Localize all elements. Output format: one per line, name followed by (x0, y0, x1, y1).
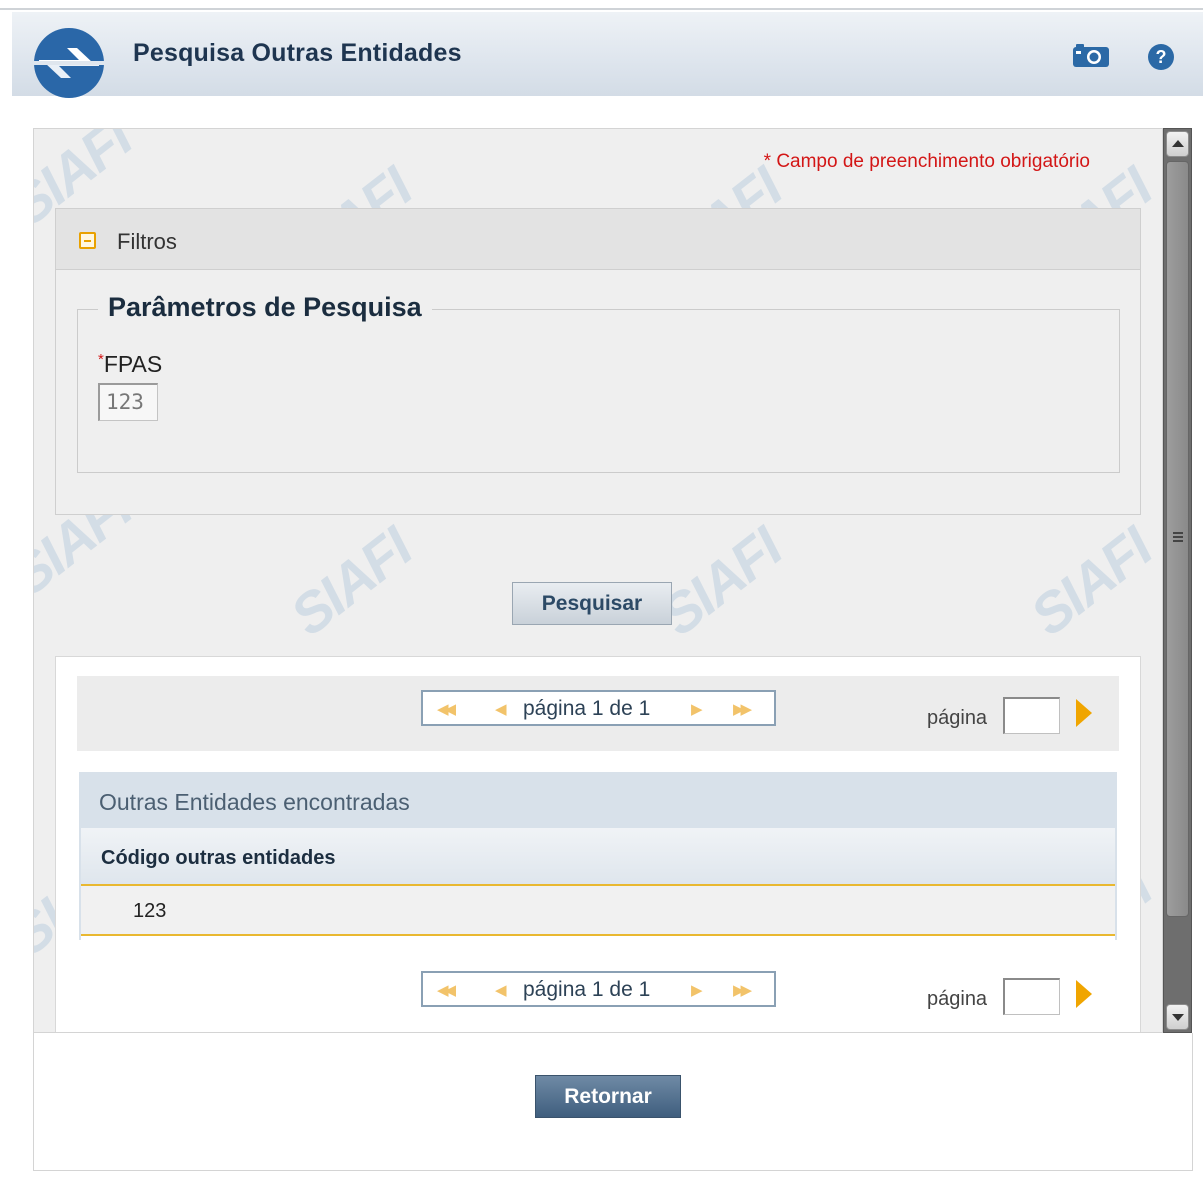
results-table: Código outras entidades 123 (79, 828, 1117, 940)
scroll-up-icon[interactable] (1166, 131, 1189, 157)
scrollbar-thumb[interactable] (1166, 161, 1189, 917)
required-field-note: * Campo de preenchimento obrigatório (763, 151, 1090, 172)
last-page-icon[interactable]: ▶▶ (733, 981, 752, 999)
search-button[interactable]: Pesquisar (512, 582, 672, 625)
grip-icon (1173, 532, 1183, 542)
results-caption: Outras Entidades encontradas (79, 772, 1117, 828)
goto-page-input[interactable] (1003, 697, 1060, 734)
camera-icon[interactable] (1072, 42, 1110, 68)
fpas-label: *FPAS (98, 351, 162, 378)
next-page-icon[interactable]: ▶ (691, 700, 702, 718)
fpas-label-text: FPAS (103, 351, 163, 377)
search-parameters-fieldset: Parâmetros de Pesquisa *FPAS 123 (77, 292, 1120, 473)
last-page-icon[interactable]: ▶▶ (733, 700, 752, 718)
previous-page-icon[interactable]: ◀ (495, 981, 506, 999)
top-divider (0, 8, 1203, 10)
goto-page-arrow-icon[interactable] (1076, 699, 1092, 727)
goto-page-arrow-icon[interactable] (1076, 980, 1092, 1008)
filters-header[interactable]: Filtros (56, 209, 1140, 270)
return-button[interactable]: Retornar (535, 1075, 681, 1118)
goto-page-input[interactable] (1003, 978, 1060, 1015)
filters-title: Filtros (117, 229, 177, 254)
first-page-icon[interactable]: ◀◀ (437, 700, 456, 718)
footer-panel: Retornar (33, 1033, 1193, 1171)
goto-page-label: página (927, 707, 988, 729)
vertical-scrollbar[interactable] (1163, 128, 1192, 1033)
watermark: SIAFI (278, 515, 423, 648)
collapse-minus-icon[interactable] (79, 232, 96, 249)
pagination-control: ◀◀ ◀ página 1 de 1 ▶ ▶▶ (421, 971, 776, 1007)
pagination-control: ◀◀ ◀ página 1 de 1 ▶ ▶▶ (421, 690, 776, 726)
scroll-down-icon[interactable] (1166, 1004, 1189, 1030)
results-panel: ◀◀ ◀ página 1 de 1 ▶ ▶▶ página Outras En… (55, 656, 1141, 1032)
help-icon[interactable]: ? (1147, 43, 1175, 71)
goto-page-label: página (927, 988, 988, 1010)
page-indicator: página 1 de 1 (523, 978, 651, 1001)
siafi-logo-icon (33, 28, 105, 98)
watermark: SIAFI (1018, 515, 1163, 648)
table-row[interactable]: 123 (81, 886, 1115, 936)
filters-panel: Filtros Parâmetros de Pesquisa *FPAS 123 (55, 208, 1141, 515)
first-page-icon[interactable]: ◀◀ (437, 981, 456, 999)
page-title: Pesquisa Outras Entidades (133, 39, 462, 67)
fpas-field[interactable]: 123 (98, 383, 158, 421)
column-header-codigo[interactable]: Código outras entidades (81, 828, 1115, 886)
page-indicator: página 1 de 1 (523, 697, 651, 720)
next-page-icon[interactable]: ▶ (691, 981, 702, 999)
fieldset-legend: Parâmetros de Pesquisa (98, 292, 432, 323)
previous-page-icon[interactable]: ◀ (495, 700, 506, 718)
pager-bottom: ◀◀ ◀ página 1 de 1 ▶ ▶▶ página (77, 957, 1119, 1032)
page-header: Pesquisa Outras Entidades ? (12, 12, 1203, 98)
svg-text:?: ? (1156, 47, 1167, 67)
pager-top: ◀◀ ◀ página 1 de 1 ▶ ▶▶ página (77, 676, 1119, 751)
content-panel: SIAFI SIAFI SIAFI SIAFI SIAFI SIAFI SIAF… (33, 128, 1163, 1033)
